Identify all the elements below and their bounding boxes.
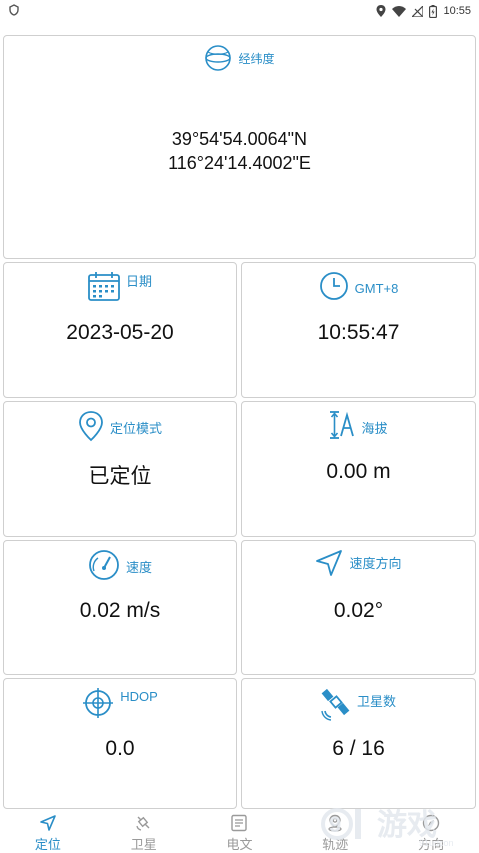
time-header: GMT+8 — [242, 271, 475, 301]
satellites-label: 卫星数 — [356, 694, 396, 709]
document-icon — [230, 814, 248, 832]
battery-icon — [429, 4, 438, 18]
nav-label: 轨迹 — [322, 837, 349, 852]
satellites-header: 卫星数 — [242, 687, 475, 721]
satellite-icon — [321, 687, 351, 721]
navigation-arrow-icon — [39, 814, 57, 832]
mode-card: 定位模式 已定位 — [3, 401, 237, 537]
speed-card: 速度 0.02 m/s — [3, 540, 237, 675]
nav-label: 定位 — [34, 837, 61, 852]
hdop-label: HDOP — [120, 689, 158, 704]
latlon-value: 39°54'54.0064"N 116°24'14.4002"E — [4, 127, 475, 175]
nav-item-positioning[interactable]: 定位 — [0, 810, 96, 853]
heading-label: 速度方向 — [349, 556, 402, 571]
nav-item-direction[interactable]: 方向 — [383, 810, 479, 853]
navigation-arrow-icon — [315, 549, 343, 577]
status-time: 10:55 — [443, 5, 471, 17]
altitude-card: 海拔 0.00 m — [241, 401, 476, 537]
shield-icon — [8, 3, 20, 19]
satellites-value: 6 / 16 — [332, 737, 385, 760]
latlon-header: 经纬度 — [4, 44, 475, 72]
calendar-icon — [88, 271, 120, 301]
satellites-card: 卫星数 6 / 16 — [241, 678, 476, 809]
date-card: 日期 2023-05-20 — [3, 262, 237, 398]
heading-header: 速度方向 — [242, 549, 475, 577]
crosshair-icon — [82, 687, 114, 719]
speed-value: 0.02 m/s — [79, 599, 161, 622]
date-header: 日期 — [4, 271, 236, 301]
nav-label: 方向 — [418, 837, 445, 852]
status-bar: 10:55 — [0, 0, 479, 22]
speedometer-icon — [88, 549, 120, 581]
altitude-label: 海拔 — [361, 421, 388, 436]
time-value: 10:55:47 — [317, 321, 400, 344]
heading-card: 速度方向 0.02° — [241, 540, 476, 675]
nav-item-satellites[interactable]: 卫星 — [96, 810, 192, 853]
nav-item-track[interactable]: 轨迹 — [287, 810, 383, 853]
longitude-value: 116°24'14.4002"E — [168, 153, 311, 173]
nav-label: 电文 — [226, 837, 253, 852]
latitude-value: 39°54'54.0064"N — [171, 129, 308, 149]
wifi-icon — [392, 5, 407, 17]
nav-item-messages[interactable]: 电文 — [192, 810, 288, 853]
clock-icon — [319, 271, 349, 301]
no-signal-icon — [412, 5, 424, 17]
latlon-label: 经纬度 — [238, 51, 275, 66]
hdop-value: 0.0 — [105, 737, 135, 760]
altitude-value: 0.00 m — [326, 460, 391, 483]
nav-label: 卫星 — [130, 837, 157, 852]
compass-icon — [422, 814, 440, 832]
date-value: 2023-05-20 — [66, 321, 174, 344]
mode-value: 已定位 — [88, 465, 152, 488]
timezone-label: GMT+8 — [354, 281, 399, 296]
altitude-header: 海拔 — [242, 410, 475, 440]
bottom-nav: 定位 卫星 电文 轨迹 方向 — [0, 810, 479, 853]
track-pin-icon — [326, 814, 344, 832]
time-card: GMT+8 10:55:47 — [241, 262, 476, 398]
speed-header: 速度 — [4, 549, 236, 581]
hdop-header: HDOP — [4, 687, 236, 719]
location-icon — [376, 5, 386, 17]
speed-label: 速度 — [125, 560, 152, 575]
mode-header: 定位模式 — [4, 410, 236, 442]
hdop-card: HDOP 0.0 — [3, 678, 237, 809]
globe-icon — [204, 44, 232, 72]
satellite-icon — [135, 814, 153, 832]
date-label: 日期 — [125, 274, 152, 289]
mode-label: 定位模式 — [109, 421, 162, 436]
latlon-card: 经纬度 39°54'54.0064"N 116°24'14.4002"E — [3, 35, 476, 259]
status-icons: 10:55 — [376, 4, 471, 18]
heading-value: 0.02° — [333, 599, 384, 622]
altitude-icon — [329, 410, 355, 440]
location-pin-icon — [78, 410, 104, 442]
